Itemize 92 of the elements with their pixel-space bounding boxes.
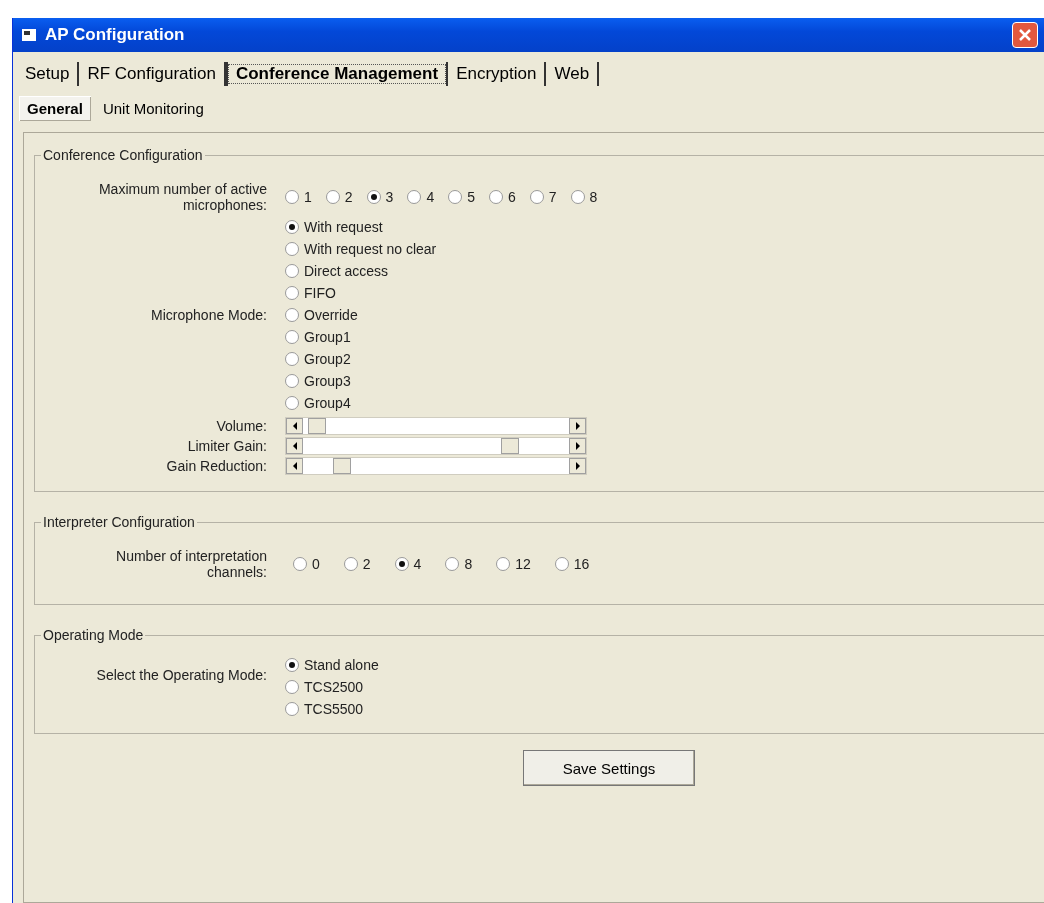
option-label[interactable]: 2 — [344, 189, 353, 205]
radio-button[interactable] — [570, 190, 585, 204]
option-label[interactable]: Override — [304, 307, 358, 323]
right-triangle-icon — [574, 462, 581, 470]
right-triangle-icon — [574, 442, 581, 450]
option-label[interactable]: With request — [304, 219, 383, 235]
group-title: Conference Configuration — [42, 147, 204, 163]
option-label[interactable]: 12 — [515, 556, 531, 572]
field-label: Maximum number of active microphones: — [97, 181, 267, 213]
left-arrow-button[interactable] — [286, 418, 303, 434]
radio-button[interactable] — [285, 658, 299, 672]
radio-button[interactable] — [445, 557, 460, 571]
option-label[interactable]: Group4 — [304, 395, 351, 411]
radio-button[interactable] — [448, 190, 463, 204]
field-label: Limiter Gain: — [187, 438, 267, 454]
option-label[interactable]: 7 — [548, 189, 557, 205]
option-label[interactable]: Direct access — [304, 263, 389, 279]
tab[interactable]: Web — [546, 62, 600, 86]
radio-button[interactable] — [285, 308, 299, 322]
left-triangle-icon — [291, 422, 298, 430]
option-label[interactable]: FIFO — [304, 285, 336, 301]
tab[interactable]: Encryption — [448, 62, 547, 86]
right-arrow-button[interactable] — [569, 418, 586, 434]
radio-button[interactable] — [285, 286, 299, 300]
radio-button[interactable] — [285, 220, 299, 234]
field-label: Number of interpretation channels: — [115, 548, 267, 580]
window-icon — [21, 28, 37, 42]
option-label[interactable]: With request no clear — [304, 241, 437, 257]
group-title: Operating Mode — [42, 627, 145, 643]
field-label: Volume: — [216, 418, 267, 434]
radio-button[interactable] — [285, 352, 299, 366]
radio-button[interactable] — [285, 190, 299, 204]
option-label[interactable]: Stand alone — [304, 657, 379, 673]
window-title: AP Configuration — [45, 25, 186, 45]
option-label[interactable]: 0 — [312, 556, 320, 572]
option-label[interactable]: 4 — [426, 189, 435, 205]
option-label[interactable]: 1 — [304, 189, 312, 205]
option-label[interactable]: 4 — [413, 556, 422, 572]
radio-button[interactable] — [285, 330, 299, 344]
slider[interactable] — [285, 437, 587, 455]
tab[interactable]: Unit Monitoring — [94, 95, 212, 121]
radio-button[interactable] — [496, 557, 511, 571]
save-settings-button[interactable]: Save Settings — [523, 750, 695, 786]
left-arrow-button[interactable] — [286, 438, 303, 454]
radio-button[interactable] — [285, 702, 299, 716]
slider[interactable] — [285, 417, 587, 435]
option-label[interactable]: 8 — [464, 556, 473, 572]
option-label[interactable]: 2 — [362, 556, 371, 572]
option-label[interactable]: Group3 — [304, 373, 351, 389]
radio-button[interactable] — [366, 190, 381, 204]
radio-button[interactable] — [325, 190, 340, 204]
radio-button[interactable] — [285, 242, 299, 256]
radio-button[interactable] — [285, 396, 299, 410]
radio-button[interactable] — [293, 557, 307, 571]
left-triangle-icon — [291, 442, 298, 450]
tab[interactable]: General — [19, 95, 91, 121]
slider-thumb[interactable] — [307, 418, 326, 434]
option-label[interactable]: Group2 — [304, 351, 351, 367]
radio-button[interactable] — [285, 680, 299, 694]
close-icon — [1018, 28, 1032, 42]
field-label: Gain Reduction: — [166, 458, 267, 474]
slider-thumb[interactable] — [332, 458, 351, 474]
radio-button[interactable] — [394, 557, 409, 571]
option-label[interactable]: 3 — [385, 189, 394, 205]
option-label[interactable]: TCS2500 — [304, 679, 364, 695]
field-label: Microphone Mode: — [151, 307, 267, 323]
slider[interactable] — [285, 457, 587, 475]
radio-button[interactable] — [343, 557, 358, 571]
radio-button[interactable] — [285, 264, 299, 278]
radio-button[interactable] — [489, 190, 503, 204]
option-label[interactable]: 16 — [573, 556, 590, 572]
tab[interactable]: Setup — [17, 62, 80, 86]
right-arrow-button[interactable] — [569, 458, 586, 474]
option-label[interactable]: TCS5500 — [304, 701, 364, 717]
radio-button[interactable] — [529, 190, 544, 204]
tab[interactable]: RF Configuration — [79, 62, 226, 86]
left-triangle-icon — [291, 462, 298, 470]
right-arrow-button[interactable] — [569, 438, 586, 454]
slider-thumb[interactable] — [501, 438, 520, 454]
left-arrow-button[interactable] — [286, 458, 303, 474]
field-label: Select the Operating Mode: — [96, 667, 267, 683]
right-triangle-icon — [574, 422, 581, 430]
tab[interactable]: Conference Management — [225, 62, 449, 86]
radio-button[interactable] — [407, 190, 422, 204]
close-button[interactable] — [1012, 22, 1038, 48]
radio-button[interactable] — [554, 557, 569, 571]
option-label[interactable]: 5 — [467, 189, 475, 205]
option-label[interactable]: 8 — [589, 189, 598, 205]
group-title: Interpreter Configuration — [42, 514, 196, 530]
option-label[interactable]: Group1 — [304, 329, 351, 345]
radio-button[interactable] — [285, 374, 299, 388]
option-label[interactable]: 6 — [508, 189, 516, 205]
